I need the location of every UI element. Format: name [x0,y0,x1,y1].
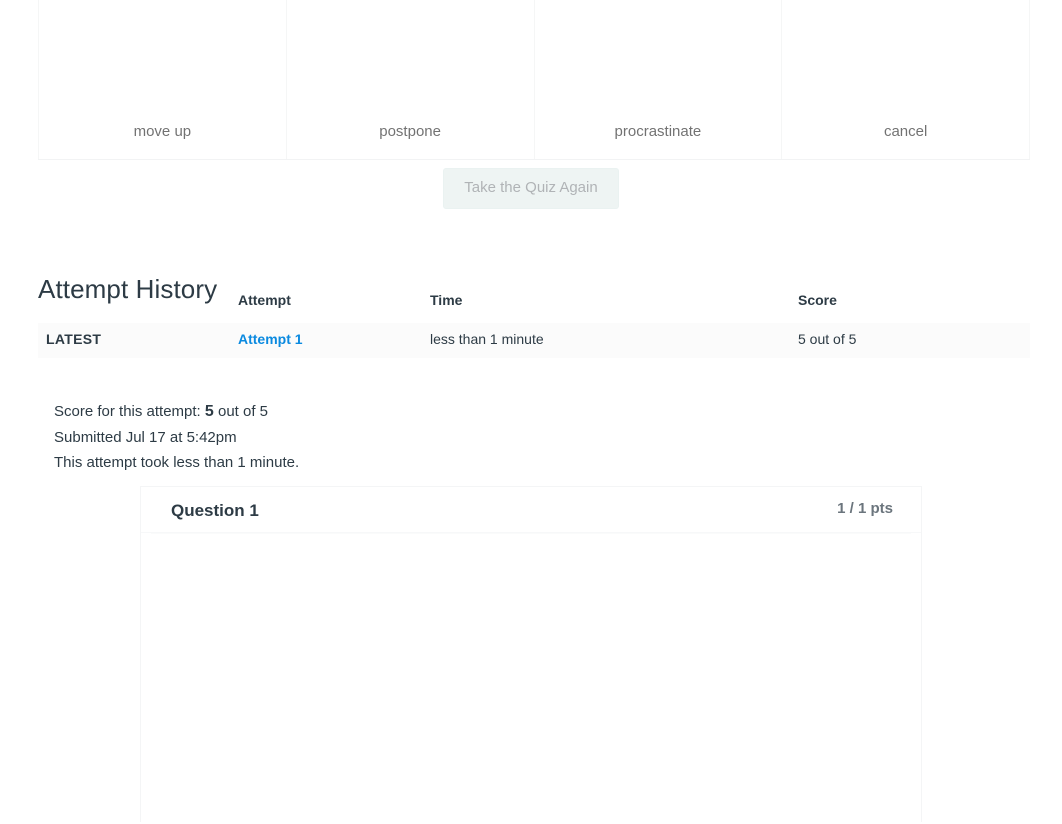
latest-badge: LATEST [38,323,238,358]
answer-option-cell-procrastinate[interactable]: procrastinate [533,0,783,160]
duration-line: This attempt took less than 1 minute. [54,454,300,471]
submitted-line: Submitted Jul 17 at 5:42pm [54,428,237,446]
question-points: 1 / 1 pts [837,500,893,517]
column-header-blank [38,292,238,323]
column-header-score: Score [798,292,837,308]
quiz-results-page: move up postpone procrastinate cancel Ta… [0,0,1062,824]
table-row: LATEST Attempt 1 less than 1 minute 5 ou… [38,323,1030,358]
answer-option-cell-cancel[interactable]: cancel [781,0,1030,160]
attempt-1-link[interactable]: Attempt 1 [238,331,303,347]
question-block: Question 1 1 / 1 pts [140,486,922,824]
table-header-row: Attempt Time Score [38,292,1030,323]
attempt-time-cell: less than 1 minute [430,323,798,358]
answer-option-cell-move-up[interactable]: move up [38,0,287,160]
score-prefix-label: Score for this attempt: [54,403,205,420]
column-header-time: Time [430,292,463,308]
answer-option-cell-postpone[interactable]: postpone [285,0,535,160]
answer-option-label: postpone [379,123,441,140]
answer-option-label: move up [133,123,192,140]
answer-options-table: move up postpone procrastinate cancel [38,0,1030,160]
divider [38,159,1030,160]
score-suffix-label: out of 5 [213,403,269,420]
question-name: Question 1 [171,501,259,520]
answer-option-label: procrastinate [614,123,702,140]
attempt-history-table: Attempt Time Score LATEST Attempt 1 less… [38,292,1030,358]
answer-option-label: cancel [883,123,928,140]
attempt-cell: Attempt 1 [238,323,430,358]
question-header: Question 1 1 / 1 pts [141,487,921,533]
column-header-attempt: Attempt [238,292,291,308]
score-value: 5 [204,403,214,420]
question-body [151,533,911,824]
table-row: move up postpone procrastinate cancel [38,0,1030,160]
answer-options-matrix: move up postpone procrastinate cancel [38,0,1030,160]
take-the-quiz-again-button[interactable]: Take the Quiz Again [443,168,619,209]
attempt-score-cell: 5 out of 5 [798,323,1030,358]
retake-quiz-container: Take the Quiz Again [0,168,1062,209]
score-for-attempt-line: Score for this attempt: 5 out of 5 [54,399,754,425]
attempt-summary: Score for this attempt: 5 out of 5 Submi… [54,399,754,476]
